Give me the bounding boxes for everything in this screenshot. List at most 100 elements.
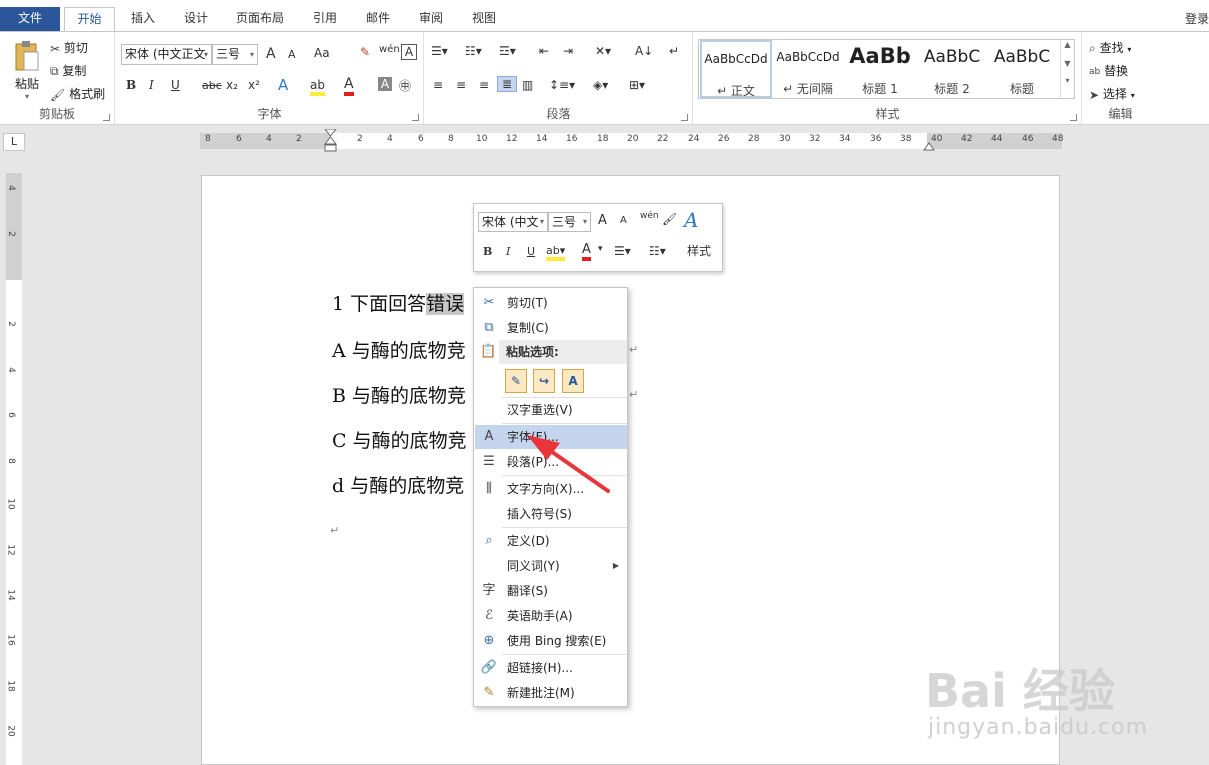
bold-button[interactable]: B (126, 78, 136, 92)
font-color-icon[interactable]: A (344, 76, 354, 96)
replace-button[interactable]: ab 替换 (1089, 62, 1128, 79)
text-effects-icon[interactable]: A (278, 76, 288, 94)
paste-button[interactable]: 粘贴 ▾ (12, 40, 42, 101)
highlight-color-icon[interactable]: ab (310, 78, 325, 96)
menu-bing-search[interactable]: ⊕ 使用 Bing 搜索(E) (475, 629, 627, 653)
right-indent-icon[interactable] (923, 141, 935, 151)
style-heading-2[interactable]: AaBbC 标题 2 (916, 40, 988, 98)
justify-icon[interactable]: ≣ (497, 76, 517, 92)
mini-font-select[interactable]: 宋体 (中文 ▾ (478, 212, 548, 232)
align-left-icon[interactable]: ≡ (433, 78, 443, 92)
numbering-icon[interactable]: ☷▾ (465, 44, 482, 58)
mini-grow-font-button[interactable]: A (598, 213, 607, 228)
tab-review[interactable]: 审阅 (416, 7, 446, 32)
paste-keep-source-icon[interactable]: ✎ (505, 369, 527, 393)
menu-insert-symbol[interactable]: 插入符号(S) (475, 502, 627, 526)
align-right-icon[interactable]: ≡ (479, 78, 489, 92)
mini-bullets-icon[interactable]: ☰▾ (614, 244, 631, 258)
tab-file[interactable]: 文件 (0, 7, 60, 32)
doc-line-c[interactable]: C 与酶的底物竞 (332, 426, 467, 453)
tab-view[interactable]: 视图 (469, 7, 499, 32)
scroll-up-icon[interactable]: ▲ (1061, 40, 1074, 49)
underline-button[interactable]: U (171, 78, 180, 92)
tab-insert[interactable]: 插入 (128, 7, 158, 32)
strikethrough-button[interactable]: abc (202, 79, 222, 92)
decrease-indent-icon[interactable]: ⇤ (539, 44, 549, 58)
mini-font-color-dropdown-icon[interactable]: ▾ (598, 244, 603, 254)
menu-hyperlink[interactable]: 🔗 超链接(H)... (475, 656, 627, 680)
menu-reconvert[interactable]: 汉字重选(V) (475, 398, 627, 422)
bullets-icon[interactable]: ☰▾ (431, 44, 448, 58)
menu-copy[interactable]: ⧉ 复制(C) (475, 316, 627, 340)
mini-phonetic-icon[interactable]: wén (640, 211, 659, 221)
mini-numbering-icon[interactable]: ☷▾ (649, 244, 666, 258)
menu-font[interactable]: A 字体(F)... (475, 425, 627, 449)
cut-button[interactable]: ✂ 剪切 (50, 39, 88, 56)
doc-line-b[interactable]: B 与酶的底物竞 (332, 381, 466, 408)
tab-design[interactable]: 设计 (181, 7, 211, 32)
style-title[interactable]: AaBbC 标题 (986, 40, 1058, 98)
menu-paragraph[interactable]: ☰ 段落(P)... (475, 450, 627, 474)
change-case-button[interactable]: Aa (314, 46, 330, 60)
char-border-icon[interactable]: A (401, 44, 417, 60)
menu-cut[interactable]: ✂ 剪切(T) (475, 291, 627, 315)
mini-styles-label[interactable]: 样式 (687, 242, 711, 259)
subscript-button[interactable]: x₂ (226, 78, 238, 92)
clear-format-icon[interactable]: ✎ (360, 45, 370, 59)
menu-new-comment[interactable]: ✎ 新建批注(M) (475, 681, 627, 705)
font-launcher[interactable] (412, 114, 419, 121)
tab-home[interactable]: 开始 (64, 7, 115, 32)
mini-shrink-font-button[interactable]: A (620, 215, 627, 226)
select-button[interactable]: ➤ 选择 ▾ (1089, 85, 1135, 102)
horizontal-ruler[interactable]: 8 6 4 2 2 4 6 8 10 12 14 16 18 20 22 24 … (200, 129, 1063, 152)
indent-markers-icon[interactable] (324, 129, 338, 155)
copy-button[interactable]: ⧉ 复制 (50, 62, 86, 79)
align-center-icon[interactable]: ≡ (456, 78, 466, 92)
menu-english-assistant[interactable]: ℰ 英语助手(A) (475, 604, 627, 628)
menu-synonyms[interactable]: 同义词(Y) ▶ (475, 554, 627, 578)
borders-icon[interactable]: ⊞▾ (629, 78, 645, 92)
mini-underline-button[interactable]: U (527, 245, 535, 258)
enclose-char-icon[interactable]: ㊥ (399, 77, 411, 94)
selected-text[interactable]: 错误 (426, 293, 465, 315)
scroll-down-icon[interactable]: ▼ (1061, 59, 1074, 68)
font-size-select[interactable]: 三号 ▾ (212, 44, 258, 65)
mini-italic-button[interactable]: I (506, 245, 510, 258)
paragraph-launcher[interactable] (681, 114, 688, 121)
clipboard-launcher[interactable] (103, 114, 110, 121)
increase-indent-icon[interactable]: ⇥ (563, 44, 573, 58)
tab-page-layout[interactable]: 页面布局 (234, 7, 286, 32)
tab-references[interactable]: 引用 (310, 7, 340, 32)
chinese-layout-icon[interactable]: ✕▾ (595, 44, 611, 58)
mini-bold-button[interactable]: B (483, 245, 492, 258)
line-spacing-icon[interactable]: ↕≡▾ (549, 78, 575, 92)
menu-translate[interactable]: 字翻译(S) (475, 579, 627, 603)
grow-font-button[interactable]: A (266, 46, 276, 62)
phonetic-guide-icon[interactable]: wén (379, 44, 400, 55)
styles-launcher[interactable] (1070, 114, 1077, 121)
login-link[interactable]: 登录 (1185, 10, 1209, 27)
vertical-ruler[interactable]: 4 2 2 4 6 8 10 12 14 16 18 20 (6, 173, 22, 765)
mini-size-select[interactable]: 三号 ▾ (548, 212, 591, 232)
more-styles-icon[interactable]: ▾ (1061, 76, 1074, 85)
show-marks-icon[interactable]: ↵ (669, 44, 679, 58)
menu-text-direction[interactable]: ⫼ 文字方向(X)... (475, 477, 627, 501)
paste-merge-format-icon[interactable]: ↪ (533, 369, 555, 393)
style-heading-1[interactable]: AaBb 标题 1 (844, 40, 916, 98)
mini-font-color-icon[interactable]: A (582, 242, 591, 261)
mini-highlight-icon[interactable]: ab▾ (546, 244, 566, 261)
menu-define[interactable]: ⌕ 定义(D) (475, 529, 627, 553)
italic-button[interactable]: I (149, 78, 154, 92)
format-painter-button[interactable]: 🖌 格式刷 (50, 85, 105, 102)
distributed-icon[interactable]: ▥ (522, 78, 533, 92)
find-button[interactable]: ⌕ 查找 ▾ (1089, 39, 1131, 56)
mini-format-painter-icon[interactable]: 🖌 (662, 212, 677, 226)
font-family-select[interactable]: 宋体 (中文正文 ▾ (121, 44, 212, 65)
doc-line-a[interactable]: A 与酶的底物竞 (332, 336, 466, 363)
paste-text-only-icon[interactable]: A (562, 369, 584, 393)
shrink-font-button[interactable]: A (288, 48, 296, 61)
style-normal[interactable]: AaBbCcDd ↵ 正文 (700, 40, 772, 98)
multilevel-list-icon[interactable]: ☲▾ (499, 44, 516, 58)
sort-icon[interactable]: A↓ (635, 44, 653, 58)
styles-scroll[interactable]: ▲ ▼ ▾ (1060, 40, 1074, 98)
